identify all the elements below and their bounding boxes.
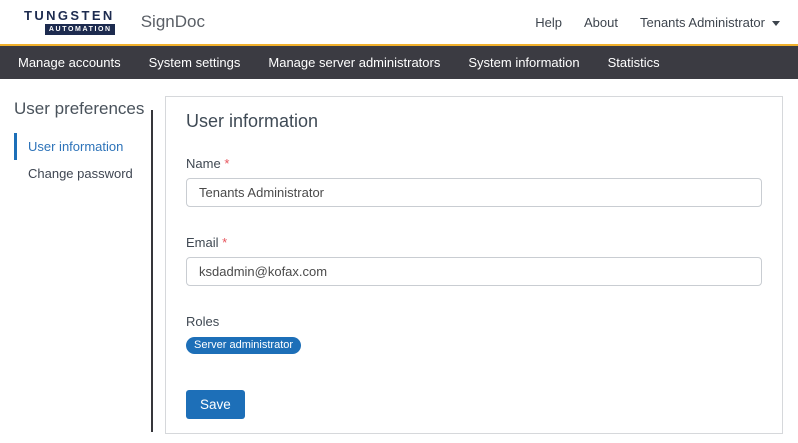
roles-group: Roles Server administrator bbox=[186, 314, 762, 354]
user-menu-dropdown[interactable]: Tenants Administrator bbox=[640, 15, 780, 30]
app-header: TUNGSTEN AUTOMATION SignDoc Help About T… bbox=[0, 0, 798, 44]
logo-tungsten-text: TUNGSTEN bbox=[24, 8, 115, 23]
sidebar: User preferences User information Change… bbox=[0, 79, 151, 443]
sidebar-title: User preferences bbox=[14, 99, 145, 118]
about-link[interactable]: About bbox=[584, 15, 618, 30]
nav-item-statistics[interactable]: Statistics bbox=[594, 55, 674, 70]
nav-item-system-information[interactable]: System information bbox=[454, 55, 593, 70]
name-label: Name * bbox=[186, 156, 762, 171]
roles-label: Roles bbox=[186, 314, 220, 329]
user-information-card: User information Name * Email * Roles Se… bbox=[165, 96, 783, 434]
sidebar-item-user-information[interactable]: User information bbox=[14, 133, 151, 160]
email-label: Email * bbox=[186, 235, 762, 250]
chevron-down-icon bbox=[772, 20, 780, 26]
email-field-group: Email * bbox=[186, 235, 762, 286]
name-field-group: Name * bbox=[186, 156, 762, 207]
sidebar-divider bbox=[151, 110, 153, 432]
card-title: User information bbox=[186, 111, 319, 131]
required-asterisk: * bbox=[224, 156, 230, 171]
app-title: SignDoc bbox=[140, 12, 205, 31]
email-input[interactable] bbox=[186, 257, 762, 286]
help-link[interactable]: Help bbox=[535, 15, 562, 30]
email-label-text: Email bbox=[186, 235, 219, 250]
logo-automation-text: AUTOMATION bbox=[44, 24, 115, 35]
role-badge-server-administrator: Server administrator bbox=[186, 337, 302, 354]
sidebar-item-change-password[interactable]: Change password bbox=[14, 160, 151, 187]
main-nav: Manage accounts System settings Manage s… bbox=[0, 46, 798, 79]
save-button[interactable]: Save bbox=[186, 390, 245, 419]
required-asterisk: * bbox=[222, 235, 228, 250]
header-links: Help About Tenants Administrator bbox=[535, 15, 780, 30]
tungsten-automation-logo: TUNGSTEN AUTOMATION bbox=[24, 9, 115, 35]
user-menu-label: Tenants Administrator bbox=[639, 14, 765, 30]
nav-item-system-settings[interactable]: System settings bbox=[135, 55, 255, 70]
name-input[interactable] bbox=[186, 178, 762, 207]
name-label-text: Name bbox=[186, 156, 221, 171]
content-area: User preferences User information Change… bbox=[0, 79, 798, 443]
nav-item-manage-server-administrators[interactable]: Manage server administrators bbox=[254, 55, 454, 70]
nav-item-manage-accounts[interactable]: Manage accounts bbox=[4, 55, 135, 70]
